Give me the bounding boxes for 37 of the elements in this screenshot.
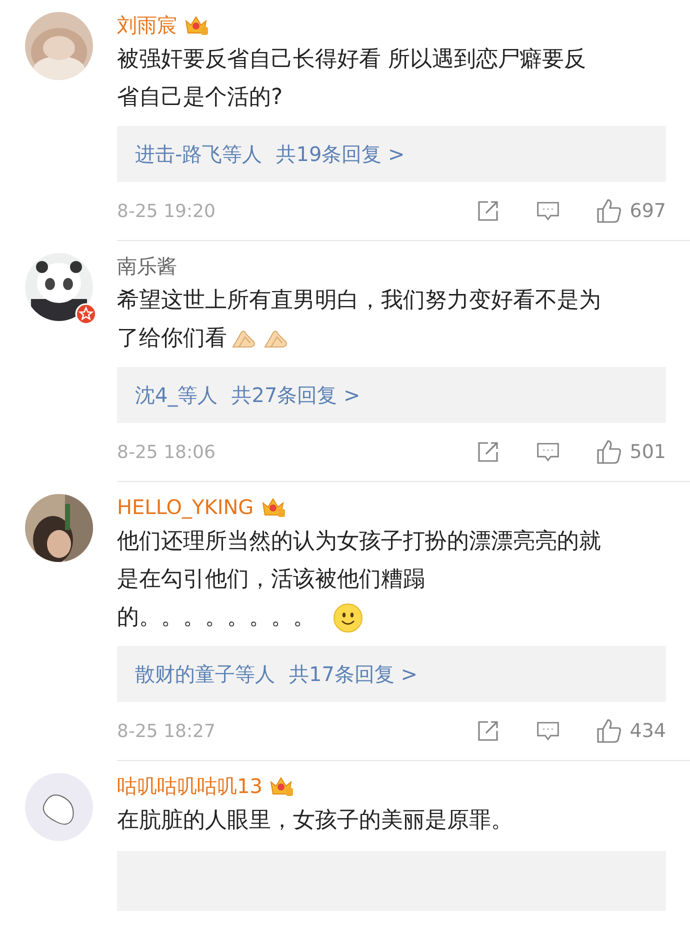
like-count: 434 [630,720,666,742]
comment-time: 8-25 18:27 [117,720,216,742]
comment-icon[interactable] [536,199,560,223]
username[interactable]: HELLO_YKING [117,495,254,519]
comment-text: 被强奸要反省自己长得好看 所以遇到恋尸癖要反 [117,46,586,74]
comment-text: 希望这世上所有直男明白，我们努力变好看不是为 [117,287,601,315]
reply-users[interactable]: 散财的童子等人 [135,660,275,688]
username[interactable]: 南乐酱 [117,252,177,280]
reply-users[interactable]: 进击-路飞等人 [135,140,262,168]
comment-text: 他们还理所当然的认为女孩子打扮的漂漂亮亮的就 [117,528,601,556]
share-icon[interactable] [476,440,500,464]
comment-icon[interactable] [536,719,560,743]
reply-users[interactable]: 沈4_等人 [135,382,218,408]
comment-text: 是在勾引他们，活该被他们糟蹋 [117,566,425,594]
like-count: 501 [630,441,666,463]
comment-text: 省自己是个活的? [117,84,283,112]
like-icon[interactable] [596,198,622,224]
reply-count-link[interactable]: 共19条回复 > [276,140,405,168]
share-icon[interactable] [476,199,500,223]
comment-time: 8-25 19:20 [117,200,216,222]
reply-count-link[interactable]: 共17条回复 > [289,660,418,688]
replies-box[interactable]: 进击-路飞等人 共19条回复 > [117,126,666,182]
comment-text: 了给你们看 [117,325,227,353]
comment-text: 在肮脏的人眼里，女孩子的美丽是原罪。 [117,807,513,835]
smile-emoji-icon [333,603,363,633]
like-icon[interactable] [596,718,622,744]
comment-icon[interactable] [536,440,560,464]
like-icon[interactable] [596,439,622,465]
replies-box[interactable]: 散财的童子等人 共17条回复 > [117,646,666,702]
username[interactable]: 刘雨宸 [117,12,177,38]
like-count: 697 [630,200,666,222]
comment-text: 的。。。。。。。。 [117,604,315,632]
share-icon[interactable] [476,719,500,743]
replies-box[interactable]: 沈4_等人 共27条回复 > [117,367,666,423]
comment-time: 8-25 18:06 [117,442,216,462]
reply-count-link[interactable]: 共27条回复 > [232,382,360,408]
username[interactable]: 咕叽咕叽咕叽13 [117,772,262,800]
